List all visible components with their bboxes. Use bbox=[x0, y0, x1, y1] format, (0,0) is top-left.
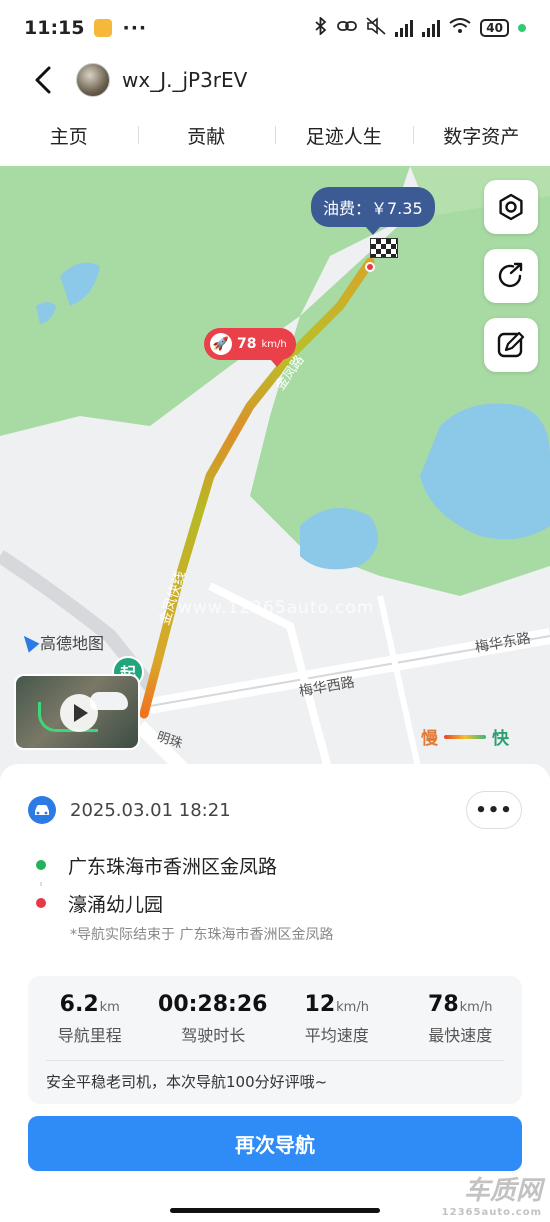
stat-duration-label: 驾驶时长 bbox=[181, 1026, 246, 1045]
share-icon bbox=[498, 262, 523, 288]
stat-avg-speed-label: 平均速度 bbox=[304, 1026, 369, 1045]
amap-arrow-icon bbox=[18, 631, 40, 653]
stats-row: 6.2km 导航里程 00:28:26 驾驶时长 12km/h 平均速度 78k… bbox=[28, 976, 522, 1046]
edit-button[interactable] bbox=[484, 318, 538, 372]
legend-fast: 快 bbox=[492, 729, 509, 749]
signal-1-icon bbox=[395, 19, 414, 37]
route-endpoints: 广东珠海市香洲区金凤路 濠涌幼儿园 *导航实际结束于 广东珠海市香洲区金凤路 bbox=[28, 848, 522, 944]
fuel-fee-bubble: 油费：￥7.35 bbox=[311, 187, 435, 235]
trip-date: 2025.03.01 18:21 bbox=[70, 799, 231, 821]
stat-distance-unit: km bbox=[99, 1000, 120, 1015]
username: wx_J._jP3rEV bbox=[122, 68, 248, 92]
stat-avg-speed: 12km/h 平均速度 bbox=[275, 992, 399, 1046]
start-location: 广东珠海市香洲区金凤路 bbox=[68, 855, 278, 878]
watermark-main: 车质网 bbox=[463, 1176, 542, 1206]
stat-duration: 00:28:26 驾驶时长 bbox=[152, 992, 276, 1046]
status-time: 11:15 bbox=[24, 17, 85, 39]
bluetooth-icon bbox=[314, 15, 328, 39]
stat-max-speed-label: 最快速度 bbox=[428, 1026, 493, 1045]
tab-contribution[interactable]: 贡献 bbox=[137, 122, 276, 149]
stat-max-speed: 78km/h 最快速度 bbox=[399, 992, 523, 1046]
start-location-row: 广东珠海市香洲区金凤路 bbox=[28, 848, 522, 882]
trip-replay-video[interactable] bbox=[14, 674, 140, 750]
play-icon[interactable] bbox=[60, 694, 98, 732]
amap-logo: 高德地图 bbox=[18, 630, 105, 654]
app-notification-icon bbox=[94, 19, 113, 37]
avatar[interactable] bbox=[76, 63, 110, 97]
signal-2-icon bbox=[422, 19, 441, 37]
car-badge-icon bbox=[28, 796, 56, 824]
wifi-icon bbox=[449, 18, 471, 38]
rocket-icon: 🚀 bbox=[210, 333, 232, 355]
amap-brand-text: 高德地图 bbox=[40, 634, 105, 653]
more-options-button[interactable]: ••• bbox=[466, 791, 522, 829]
stat-distance-label: 导航里程 bbox=[57, 1026, 122, 1045]
profile-tabs: 主页 贡献 足迹人生 数字资产 bbox=[0, 104, 550, 166]
end-dot-icon bbox=[36, 898, 46, 908]
start-dot-icon bbox=[36, 860, 46, 870]
stat-max-speed-unit: km/h bbox=[459, 1000, 493, 1015]
watermark-sub: 12365auto.com bbox=[441, 1207, 542, 1218]
stat-distance: 6.2km 导航里程 bbox=[28, 992, 152, 1046]
battery-icon: 40 bbox=[480, 19, 509, 37]
back-arrow-icon bbox=[35, 66, 51, 94]
settings-icon bbox=[499, 193, 523, 221]
stat-duration-value: 00:28:26 bbox=[158, 992, 268, 1017]
home-indicator[interactable] bbox=[170, 1208, 380, 1213]
mute-icon bbox=[366, 17, 386, 39]
status-icons: 40 bbox=[314, 15, 526, 39]
navigate-again-button[interactable]: 再次导航 bbox=[28, 1116, 522, 1171]
more-notifications-icon: ··· bbox=[122, 17, 148, 39]
trip-header: 2025.03.01 18:21 ••• bbox=[28, 790, 522, 830]
tab-digital-assets[interactable]: 数字资产 bbox=[412, 122, 550, 149]
finish-flag-icon bbox=[370, 238, 398, 258]
end-location-row: 濠涌幼儿园 bbox=[28, 886, 522, 920]
legend-slow: 慢 bbox=[421, 729, 438, 749]
site-watermark: 车质网 12365auto.com bbox=[442, 1170, 542, 1218]
edit-icon bbox=[497, 331, 525, 358]
stat-avg-speed-unit: km/h bbox=[336, 1000, 369, 1015]
max-speed-bubble: 🚀 78 km/h bbox=[204, 328, 296, 367]
privacy-indicator-icon bbox=[518, 24, 526, 32]
route-map[interactable]: 梅华西路 梅华东路 金凤快线 金凤路 明珠 www.12365auto.com … bbox=[0, 166, 550, 776]
map-watermark: www.12365auto.com bbox=[178, 598, 375, 618]
stat-max-speed-value: 78 bbox=[428, 992, 459, 1017]
water bbox=[300, 508, 378, 570]
stat-avg-speed-value: 12 bbox=[304, 992, 336, 1017]
trip-stats: 6.2km 导航里程 00:28:26 驾驶时长 12km/h 平均速度 78k… bbox=[28, 976, 522, 1104]
tab-home[interactable]: 主页 bbox=[0, 122, 138, 149]
max-speed-value: 78 bbox=[237, 336, 257, 352]
speed-legend: 慢 快 bbox=[421, 724, 509, 749]
max-speed-unit: km/h bbox=[261, 338, 287, 350]
end-point-marker bbox=[365, 262, 375, 272]
profile-header: wx_J._jP3rEV bbox=[0, 56, 550, 104]
status-bar: 11:15 ··· 40 bbox=[0, 0, 550, 56]
share-button[interactable] bbox=[484, 249, 538, 303]
stat-distance-value: 6.2 bbox=[59, 992, 99, 1017]
actual-end-note: *导航实际结束于 广东珠海市香洲区金凤路 bbox=[70, 927, 334, 943]
link-icon bbox=[337, 19, 358, 37]
trip-summary-card: 2025.03.01 18:21 ••• 广东珠海市香洲区金凤路 濠涌幼儿园 *… bbox=[0, 764, 550, 1222]
settings-button[interactable] bbox=[484, 180, 538, 234]
trip-comment: 安全平稳老司机，本次导航100分好评哦~ bbox=[46, 1073, 328, 1091]
road bbox=[377, 595, 423, 776]
tab-footprint[interactable]: 足迹人生 bbox=[275, 122, 413, 149]
end-location: 濠涌幼儿园 bbox=[68, 893, 164, 916]
legend-gradient-bar bbox=[444, 734, 486, 739]
back-button[interactable] bbox=[28, 60, 58, 100]
